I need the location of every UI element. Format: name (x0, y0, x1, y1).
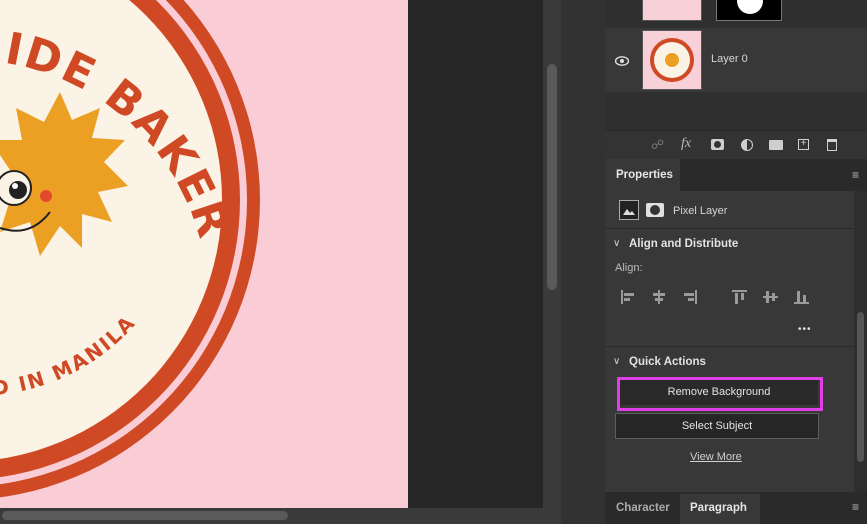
bottom-panel-menu-icon[interactable]: ≡ (852, 500, 859, 514)
mask-icon[interactable] (711, 139, 724, 150)
badge-artwork: SIDE BAKER KED IN MANILA (0, 0, 260, 498)
tab-paragraph[interactable]: Paragraph (690, 502, 747, 514)
document-canvas[interactable]: SIDE BAKER KED IN MANILA (0, 0, 408, 508)
layer-thumbnail-above[interactable] (642, 0, 702, 21)
layer-row-layer-0[interactable]: Layer 0 (605, 28, 867, 92)
chevron-down-icon-quick-actions[interactable]: ∨ (613, 356, 620, 367)
folder-icon[interactable] (769, 140, 783, 150)
eye-icon[interactable] (614, 53, 630, 66)
pasteboard (408, 0, 543, 508)
layer-mask-icon[interactable] (646, 203, 664, 217)
horizontal-scroll-thumb[interactable] (2, 511, 288, 520)
align-vertical-center-icon[interactable] (763, 290, 779, 304)
link-icon[interactable]: ☍ (651, 137, 664, 153)
adjustment-icon[interactable] (741, 139, 753, 151)
layer-0-name: Layer 0 (711, 53, 748, 65)
layers-toolbar: ☍ fx + (605, 130, 867, 159)
tab-properties[interactable]: Properties (605, 159, 680, 191)
chevron-down-icon[interactable]: ∨ (613, 238, 620, 249)
quick-actions-title[interactable]: Quick Actions (629, 356, 706, 368)
fx-icon[interactable]: fx (681, 136, 691, 152)
view-more-link[interactable]: View More (690, 451, 742, 463)
vertical-scroll-thumb[interactable] (547, 64, 557, 290)
layer-type-label: Pixel Layer (673, 205, 728, 217)
new-layer-icon[interactable]: + (798, 139, 809, 150)
align-horizontal-center-icon[interactable] (651, 290, 667, 304)
properties-scroll-thumb[interactable] (857, 312, 864, 462)
align-right-icon[interactable] (682, 290, 698, 304)
layer-mask-thumbnail-above[interactable] (716, 0, 782, 21)
panel-menu-icon[interactable]: ≡ (852, 168, 859, 182)
more-options-icon[interactable]: ••• (798, 324, 812, 335)
properties-panel-body (605, 191, 854, 492)
align-distribute-title[interactable]: Align and Distribute (629, 238, 738, 250)
panel-gutter (561, 0, 605, 524)
remove-background-button[interactable]: Remove Background (620, 380, 818, 405)
align-bottom-icon[interactable] (794, 290, 810, 304)
layer-0-thumbnail[interactable] (642, 30, 702, 90)
align-top-icon[interactable] (732, 290, 748, 304)
trash-icon[interactable] (827, 139, 837, 151)
pixel-layer-icon[interactable] (619, 200, 639, 220)
select-subject-button[interactable]: Select Subject (615, 413, 819, 439)
align-label: Align: (615, 262, 643, 274)
align-left-icon[interactable] (620, 290, 636, 304)
tab-character[interactable]: Character (616, 502, 670, 514)
